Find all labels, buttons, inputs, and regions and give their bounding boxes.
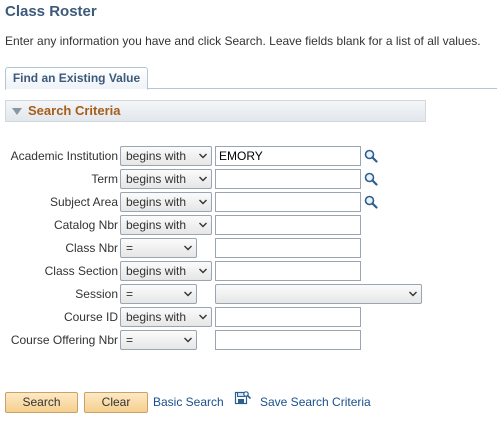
operator-value: begins with	[126, 149, 187, 163]
clear-button[interactable]: Clear	[84, 392, 148, 413]
basic-search-link[interactable]: Basic Search	[153, 395, 224, 409]
save-search-criteria-link[interactable]: Save Search Criteria	[260, 395, 371, 409]
chevron-down-icon	[199, 175, 207, 183]
field-label: Academic Institution	[10, 149, 118, 163]
field-label: Catalog Nbr	[53, 218, 118, 232]
field-label: Course ID	[63, 310, 118, 324]
chevron-down-icon	[409, 290, 417, 298]
field-row-academic-institution: Academic Institution begins with EMORY	[0, 146, 497, 168]
field-row-catalog-nbr: Catalog Nbr begins with	[0, 215, 497, 237]
operator-select[interactable]: begins with	[120, 307, 212, 327]
page-title: Class Roster	[5, 3, 97, 20]
field-label: Class Section	[44, 264, 118, 278]
search-criteria-header: Search Criteria	[5, 100, 426, 122]
tab-strip: Find an Existing Value	[5, 67, 497, 90]
chevron-down-icon	[199, 198, 207, 206]
operator-select[interactable]: =	[120, 238, 197, 258]
operator-value: =	[126, 241, 134, 255]
course-id-input[interactable]	[215, 307, 361, 327]
magnifier-icon[interactable]	[364, 149, 378, 163]
field-row-session: Session =	[0, 284, 497, 306]
field-label: Session	[75, 287, 118, 301]
operator-select[interactable]: begins with	[120, 146, 212, 166]
operator-value: begins with	[126, 172, 187, 186]
field-row-term: Term begins with	[0, 169, 497, 191]
term-input[interactable]	[215, 169, 361, 189]
operator-value: =	[126, 287, 134, 301]
magnifier-icon[interactable]	[364, 172, 378, 186]
operator-select[interactable]: begins with	[120, 215, 212, 235]
chevron-down-icon	[199, 267, 207, 275]
field-row-class-section: Class Section begins with	[0, 261, 497, 283]
tab-find-existing-value[interactable]: Find an Existing Value	[5, 67, 148, 90]
field-row-course-offering-nbr: Course Offering Nbr =	[0, 330, 497, 352]
operator-select[interactable]: begins with	[120, 261, 212, 281]
collapse-arrow-icon[interactable]	[12, 108, 22, 115]
session-select[interactable]	[215, 284, 422, 304]
chevron-down-icon	[199, 221, 207, 229]
class-nbr-input[interactable]	[215, 238, 361, 258]
course-offering-nbr-input[interactable]	[215, 330, 361, 350]
field-label: Term	[91, 172, 118, 186]
operator-value: begins with	[126, 264, 187, 278]
operator-value: =	[126, 333, 134, 347]
subject-area-input[interactable]	[215, 192, 361, 212]
field-label: Course Offering Nbr	[10, 333, 118, 347]
field-row-course-id: Course ID begins with	[0, 307, 497, 329]
search-button[interactable]: Search	[5, 392, 78, 413]
class-section-input[interactable]	[215, 261, 361, 281]
academic-institution-input[interactable]: EMORY	[215, 146, 361, 166]
operator-select[interactable]: =	[120, 330, 197, 350]
operator-value: begins with	[126, 218, 187, 232]
chevron-down-icon	[199, 152, 207, 160]
field-label: Subject Area	[49, 195, 118, 209]
save-criteria-icon[interactable]	[234, 389, 251, 406]
magnifier-icon[interactable]	[364, 195, 378, 209]
chevron-down-icon	[184, 336, 192, 344]
catalog-nbr-input[interactable]	[215, 215, 361, 235]
operator-select[interactable]: =	[120, 284, 197, 304]
operator-select[interactable]: begins with	[120, 169, 212, 189]
operator-select[interactable]: begins with	[120, 192, 212, 212]
chevron-down-icon	[184, 244, 192, 252]
field-row-subject-area: Subject Area begins with	[0, 192, 497, 214]
instructions-text: Enter any information you have and click…	[5, 34, 481, 48]
field-label: Class Nbr	[65, 241, 118, 255]
search-criteria-title: Search Criteria	[28, 103, 121, 118]
operator-value: begins with	[126, 310, 187, 324]
operator-value: begins with	[126, 195, 187, 209]
chevron-down-icon	[199, 313, 207, 321]
chevron-down-icon	[184, 290, 192, 298]
field-row-class-nbr: Class Nbr =	[0, 238, 497, 260]
